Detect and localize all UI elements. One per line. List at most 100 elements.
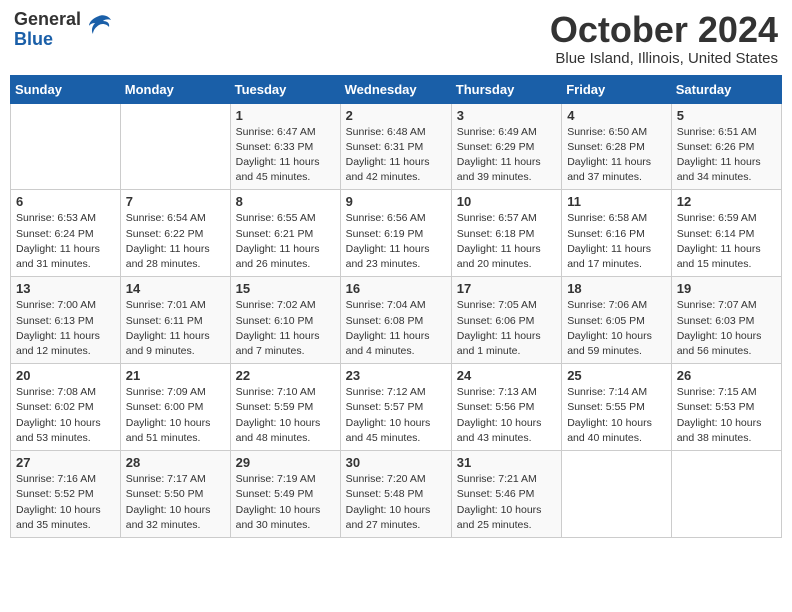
day-number: 19 bbox=[677, 281, 776, 296]
day-number: 13 bbox=[16, 281, 115, 296]
calendar-cell bbox=[120, 103, 230, 190]
calendar-cell: 14 Sunrise: 7:01 AMSunset: 6:11 PMDayligh… bbox=[120, 277, 230, 364]
day-info: Sunrise: 7:02 AMSunset: 6:10 PMDaylight:… bbox=[236, 298, 335, 359]
calendar-cell: 9Sunrise: 6:56 AMSunset: 6:19 PMDaylight… bbox=[340, 190, 451, 277]
day-info: Sunrise: 7:04 AMSunset: 6:08 PMDaylight:… bbox=[346, 298, 446, 359]
day-info: Sunrise: 7:20 AMSunset: 5:48 PMDaylight:… bbox=[346, 472, 446, 533]
day-info: Sunrise: 7:07 AMSunset: 6:03 PMDaylight:… bbox=[677, 298, 776, 359]
calendar-cell: 1 Sunrise: 6:47 AMSunset: 6:33 PMDaylight… bbox=[230, 103, 340, 190]
logo-bird-icon bbox=[85, 12, 113, 45]
day-number: 25 bbox=[567, 368, 666, 383]
day-info: Sunrise: 6:50 AMSunset: 6:28 PMDaylight:… bbox=[567, 125, 666, 186]
month-title: October 2024 bbox=[550, 10, 778, 50]
calendar-cell bbox=[562, 451, 672, 538]
calendar-cell: 17 Sunrise: 7:05 AMSunset: 6:06 PMDayligh… bbox=[451, 277, 561, 364]
day-number: 9 bbox=[346, 194, 446, 209]
calendar-cell: 12 Sunrise: 6:59 AMSunset: 6:14 PMDayligh… bbox=[671, 190, 781, 277]
calendar-cell: 19 Sunrise: 7:07 AMSunset: 6:03 PMDayligh… bbox=[671, 277, 781, 364]
title-area: October 2024 Blue Island, Illinois, Unit… bbox=[550, 10, 778, 67]
day-header-tuesday: Tuesday bbox=[230, 75, 340, 103]
day-info: Sunrise: 7:01 AMSunset: 6:11 PMDaylight:… bbox=[126, 298, 225, 359]
day-number: 31 bbox=[457, 455, 556, 470]
calendar-cell: 4Sunrise: 6:50 AMSunset: 6:28 PMDaylight… bbox=[562, 103, 672, 190]
day-number: 11 bbox=[567, 194, 666, 209]
calendar-week-row: 6 Sunrise: 6:53 AMSunset: 6:24 PMDaylight… bbox=[11, 190, 782, 277]
calendar-cell: 15Sunrise: 7:02 AMSunset: 6:10 PMDayligh… bbox=[230, 277, 340, 364]
calendar-week-row: 1 Sunrise: 6:47 AMSunset: 6:33 PMDaylight… bbox=[11, 103, 782, 190]
calendar-cell: 28 Sunrise: 7:17 AMSunset: 5:50 PMDayligh… bbox=[120, 451, 230, 538]
day-info: Sunrise: 6:49 AMSunset: 6:29 PMDaylight:… bbox=[457, 125, 556, 186]
day-number: 10 bbox=[457, 194, 556, 209]
calendar-cell: 25 Sunrise: 7:14 AMSunset: 5:55 PMDayligh… bbox=[562, 364, 672, 451]
day-info: Sunrise: 6:51 AMSunset: 6:26 PMDaylight:… bbox=[677, 125, 776, 186]
day-info: Sunrise: 6:47 AMSunset: 6:33 PMDaylight:… bbox=[236, 125, 335, 186]
calendar-week-row: 27Sunrise: 7:16 AMSunset: 5:52 PMDayligh… bbox=[11, 451, 782, 538]
calendar-cell: 29 Sunrise: 7:19 AMSunset: 5:49 PMDayligh… bbox=[230, 451, 340, 538]
day-info: Sunrise: 7:15 AMSunset: 5:53 PMDaylight:… bbox=[677, 385, 776, 446]
calendar-cell: 8Sunrise: 6:55 AMSunset: 6:21 PMDaylight… bbox=[230, 190, 340, 277]
day-info: Sunrise: 6:59 AMSunset: 6:14 PMDaylight:… bbox=[677, 211, 776, 272]
day-header-thursday: Thursday bbox=[451, 75, 561, 103]
calendar-cell: 16Sunrise: 7:04 AMSunset: 6:08 PMDayligh… bbox=[340, 277, 451, 364]
day-number: 12 bbox=[677, 194, 776, 209]
day-number: 28 bbox=[126, 455, 225, 470]
day-info: Sunrise: 7:21 AMSunset: 5:46 PMDaylight:… bbox=[457, 472, 556, 533]
day-info: Sunrise: 7:14 AMSunset: 5:55 PMDaylight:… bbox=[567, 385, 666, 446]
day-info: Sunrise: 6:55 AMSunset: 6:21 PMDaylight:… bbox=[236, 211, 335, 272]
day-number: 2 bbox=[346, 108, 446, 123]
day-info: Sunrise: 6:53 AMSunset: 6:24 PMDaylight:… bbox=[16, 211, 115, 272]
day-number: 18 bbox=[567, 281, 666, 296]
day-number: 21 bbox=[126, 368, 225, 383]
day-info: Sunrise: 6:57 AMSunset: 6:18 PMDaylight:… bbox=[457, 211, 556, 272]
day-number: 3 bbox=[457, 108, 556, 123]
calendar-cell: 2 Sunrise: 6:48 AMSunset: 6:31 PMDaylight… bbox=[340, 103, 451, 190]
day-number: 14 bbox=[126, 281, 225, 296]
day-number: 24 bbox=[457, 368, 556, 383]
calendar-week-row: 20 Sunrise: 7:08 AMSunset: 6:02 PMDayligh… bbox=[11, 364, 782, 451]
day-number: 5 bbox=[677, 108, 776, 123]
day-header-wednesday: Wednesday bbox=[340, 75, 451, 103]
day-number: 29 bbox=[236, 455, 335, 470]
day-number: 27 bbox=[16, 455, 115, 470]
day-number: 30 bbox=[346, 455, 446, 470]
calendar-week-row: 13Sunrise: 7:00 AMSunset: 6:13 PMDayligh… bbox=[11, 277, 782, 364]
calendar-cell: 23Sunrise: 7:12 AMSunset: 5:57 PMDayligh… bbox=[340, 364, 451, 451]
day-info: Sunrise: 7:17 AMSunset: 5:50 PMDaylight:… bbox=[126, 472, 225, 533]
page-header: General Blue October 2024 Blue Island, I… bbox=[10, 10, 782, 67]
calendar-cell: 24Sunrise: 7:13 AMSunset: 5:56 PMDayligh… bbox=[451, 364, 561, 451]
day-header-sunday: Sunday bbox=[11, 75, 121, 103]
calendar-cell bbox=[11, 103, 121, 190]
calendar-cell: 13Sunrise: 7:00 AMSunset: 6:13 PMDayligh… bbox=[11, 277, 121, 364]
day-number: 17 bbox=[457, 281, 556, 296]
calendar-cell: 30 Sunrise: 7:20 AMSunset: 5:48 PMDayligh… bbox=[340, 451, 451, 538]
day-number: 22 bbox=[236, 368, 335, 383]
day-number: 20 bbox=[16, 368, 115, 383]
calendar-cell: 20 Sunrise: 7:08 AMSunset: 6:02 PMDayligh… bbox=[11, 364, 121, 451]
day-info: Sunrise: 7:08 AMSunset: 6:02 PMDaylight:… bbox=[16, 385, 115, 446]
logo: General Blue bbox=[14, 10, 113, 50]
day-header-saturday: Saturday bbox=[671, 75, 781, 103]
day-info: Sunrise: 7:09 AMSunset: 6:00 PMDaylight:… bbox=[126, 385, 225, 446]
day-info: Sunrise: 7:06 AMSunset: 6:05 PMDaylight:… bbox=[567, 298, 666, 359]
day-number: 6 bbox=[16, 194, 115, 209]
calendar-cell: 5 Sunrise: 6:51 AMSunset: 6:26 PMDaylight… bbox=[671, 103, 781, 190]
day-info: Sunrise: 7:19 AMSunset: 5:49 PMDaylight:… bbox=[236, 472, 335, 533]
day-info: Sunrise: 6:54 AMSunset: 6:22 PMDaylight:… bbox=[126, 211, 225, 272]
day-info: Sunrise: 6:48 AMSunset: 6:31 PMDaylight:… bbox=[346, 125, 446, 186]
calendar-cell: 6 Sunrise: 6:53 AMSunset: 6:24 PMDaylight… bbox=[11, 190, 121, 277]
calendar-cell: 18 Sunrise: 7:06 AMSunset: 6:05 PMDayligh… bbox=[562, 277, 672, 364]
calendar-cell bbox=[671, 451, 781, 538]
day-number: 7 bbox=[126, 194, 225, 209]
day-header-friday: Friday bbox=[562, 75, 672, 103]
logo-general: General bbox=[14, 9, 81, 29]
day-number: 1 bbox=[236, 108, 335, 123]
day-info: Sunrise: 6:58 AMSunset: 6:16 PMDaylight:… bbox=[567, 211, 666, 272]
logo-blue: Blue bbox=[14, 29, 53, 49]
calendar-cell: 22Sunrise: 7:10 AMSunset: 5:59 PMDayligh… bbox=[230, 364, 340, 451]
day-number: 26 bbox=[677, 368, 776, 383]
calendar-cell: 11 Sunrise: 6:58 AMSunset: 6:16 PMDayligh… bbox=[562, 190, 672, 277]
day-info: Sunrise: 7:12 AMSunset: 5:57 PMDaylight:… bbox=[346, 385, 446, 446]
calendar-cell: 27Sunrise: 7:16 AMSunset: 5:52 PMDayligh… bbox=[11, 451, 121, 538]
calendar-table: SundayMondayTuesdayWednesdayThursdayFrid… bbox=[10, 75, 782, 538]
day-info: Sunrise: 7:05 AMSunset: 6:06 PMDaylight:… bbox=[457, 298, 556, 359]
